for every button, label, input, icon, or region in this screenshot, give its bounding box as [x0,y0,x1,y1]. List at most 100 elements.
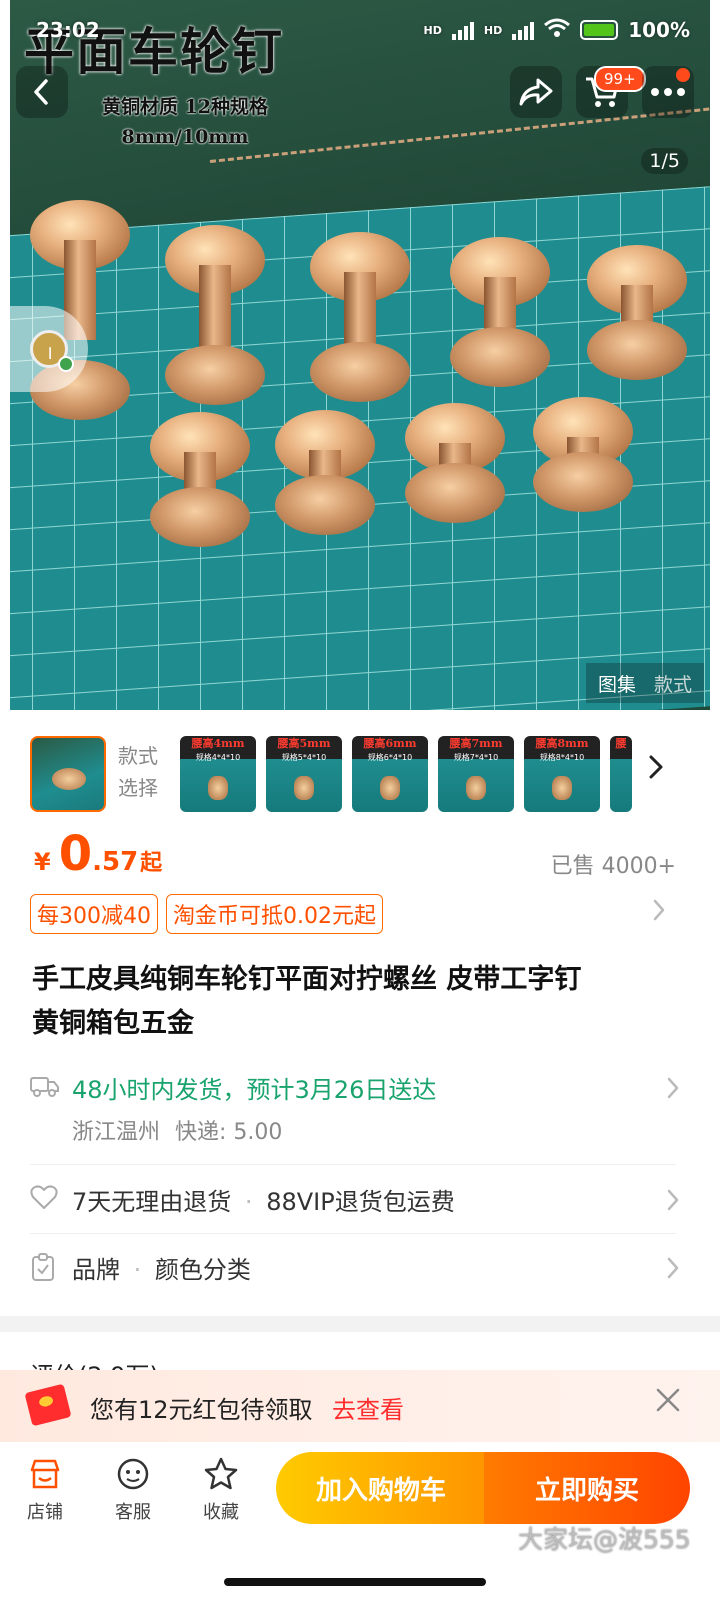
params-info: 品牌 · 颜色分类 [72,1256,251,1284]
shipping-origin-fee: 浙江温州 快递: 5.00 [72,1114,282,1146]
favorite-button[interactable]: 收藏 [186,1456,256,1524]
variant-thumbnail-title: 腰高6mm [363,737,417,750]
price-integer: 0 [58,826,93,882]
heart-shield-icon [30,1184,60,1210]
returns-info: 7天无理由退货 · 88VIP退货包运费 [72,1188,455,1216]
variant-thumbnail-title: 腰 [615,737,627,750]
shipping-time: 48小时内发货，预计3月26日送达 [72,1076,437,1104]
share-arrow-icon [519,78,553,106]
section-divider [0,1316,720,1332]
variant-thumbnail-spec: 规格5*4*10 [281,753,327,762]
back-button[interactable] [16,66,68,118]
returns-vip: 88VIP退货包运费 [266,1188,455,1216]
home-indicator[interactable] [224,1578,486,1586]
price-suffix: 起 [140,851,163,876]
variant-thumbnail[interactable]: 腰高5mm 规格5*4*10 [266,736,342,812]
param-color: 颜色分类 [154,1256,251,1284]
variant-thumbnail-title: 腰高7mm [449,737,503,750]
variant-thumbnail-spec: 规格4*4*10 [195,753,241,762]
favorite-label: 收藏 [203,1502,239,1523]
tab-style[interactable]: 款式 [654,670,692,697]
chevron-right-icon[interactable] [652,898,666,928]
promo-tag-coin[interactable]: 淘金币可抵0.02元起 [166,894,383,934]
assistant-status-dot [58,356,74,372]
promo-tags[interactable]: 每300减40 淘金币可抵0.02元起 [30,894,383,934]
shop-button[interactable]: 店铺 [10,1456,80,1524]
variant-thumbnail[interactable]: 腰高8mm 规格8*4*10 [524,736,600,812]
network-type-1: HD [423,23,442,37]
signal-icon [512,20,535,40]
promo-tag-discount[interactable]: 每300减40 [30,894,158,934]
wifi-icon [544,18,571,43]
price-currency: ¥ [34,848,51,876]
close-icon[interactable] [654,1382,682,1423]
variant-thumbnail-spec: 规格7*4*10 [453,753,499,762]
divider [30,1164,676,1165]
chevron-left-icon [34,79,48,105]
rivet-image [552,776,572,800]
network-type-2: HD [483,23,503,37]
shop-label: 店铺 [27,1502,63,1523]
rivet-image [380,776,400,800]
shipping-fee: 快递: 5.00 [175,1120,283,1145]
chevron-right-icon [666,1076,680,1106]
chevron-right-icon[interactable] [648,754,664,787]
truck-icon [30,1074,60,1100]
share-button[interactable] [510,66,562,118]
divider [30,1233,676,1234]
product-title: 手工皮具纯铜车轮钉平面对拧螺丝 皮带工字钉 黄铜箱包五金 [32,958,672,1046]
service-label: 客服 [115,1502,151,1523]
price: ¥ 0 .57 起 [34,826,162,882]
red-packet-banner[interactable]: 您有12元红包待领取 去查看 [0,1370,720,1442]
variant-main-thumbnail[interactable] [30,736,106,812]
param-brand: 品牌 [72,1256,120,1284]
chevron-right-icon [666,1188,680,1218]
red-packet-link[interactable]: 去查看 [332,1390,404,1425]
hero-subtitle-line1: 黄铜材质 12种规格 [101,96,269,118]
notification-dot [676,68,690,82]
battery-percent: 100% [628,18,690,42]
red-packet-text: 您有12元红包待领取 [90,1396,313,1424]
status-bar: 23:02 HD HD 100% [0,0,720,60]
shipping-row[interactable]: 48小时内发货，预计3月26日送达 浙江温州 快递: 5.00 [30,1070,680,1150]
sold-count: 已售 4000+ [550,854,676,879]
chevron-right-icon [666,1256,680,1286]
variant-label-line1: 款式 [118,744,158,768]
variant-thumbnail-title: 腰高8mm [535,737,589,750]
buy-now-button[interactable]: 立即购买 [484,1452,690,1524]
hero-subtitle-line2: 8mm/10mm [121,126,249,148]
rivet-image [208,776,228,800]
variant-thumbnail-title: 腰高5mm [277,737,331,750]
variant-thumbnail-spec: 规格6*4*10 [367,753,413,762]
variant-thumbnail[interactable]: 腰 [610,736,632,812]
watermark: 大家坛@波555 [518,1525,691,1554]
cart-count-badge: 99+ [594,66,646,92]
variant-label-line2: 选择 [118,776,158,800]
shop-icon [30,1459,60,1489]
variant-thumbnail[interactable]: 腰高4mm 规格4*4*10 [180,736,256,812]
tab-gallery[interactable]: 图集 [598,670,636,697]
rivet-image [466,776,486,800]
product-title-line2: 黄铜箱包五金 [32,1008,194,1039]
status-time: 23:02 [36,18,100,42]
add-to-cart-button[interactable]: 加入购物车 [276,1452,486,1524]
shipping-origin: 浙江温州 [72,1120,161,1145]
signal-icon [451,20,474,40]
photo-counter: 1/5 [641,148,688,174]
battery-icon [580,20,619,40]
params-row[interactable]: 品牌 · 颜色分类 [30,1250,680,1290]
hero-overlay-subtitle: 黄铜材质 12种规格 8mm/10mm [50,92,320,152]
rivet-image [294,776,314,800]
variant-thumbnail-spec: 规格8*4*10 [539,753,585,762]
variant-thumbnail[interactable]: 腰高7mm 规格7*4*10 [438,736,514,812]
variant-selector: 款式 选择 腰高4mm 规格4*4*10 腰高5mm 规格5*4*10 腰高6m… [30,736,700,814]
chat-face-icon [117,1458,149,1490]
clipboard-icon [30,1252,60,1281]
customer-service-button[interactable]: 客服 [98,1456,168,1524]
returns-row[interactable]: 7天无理由退货 · 88VIP退货包运费 [30,1182,680,1222]
variant-thumbnail-title: 腰高4mm [191,737,245,750]
product-title-line1: 手工皮具纯铜车轮钉平面对拧螺丝 皮带工字钉 [32,964,582,995]
star-icon [204,1457,238,1490]
hero-tab-row: 图集 款式 [586,663,705,703]
variant-thumbnail[interactable]: 腰高6mm 规格6*4*10 [352,736,428,812]
